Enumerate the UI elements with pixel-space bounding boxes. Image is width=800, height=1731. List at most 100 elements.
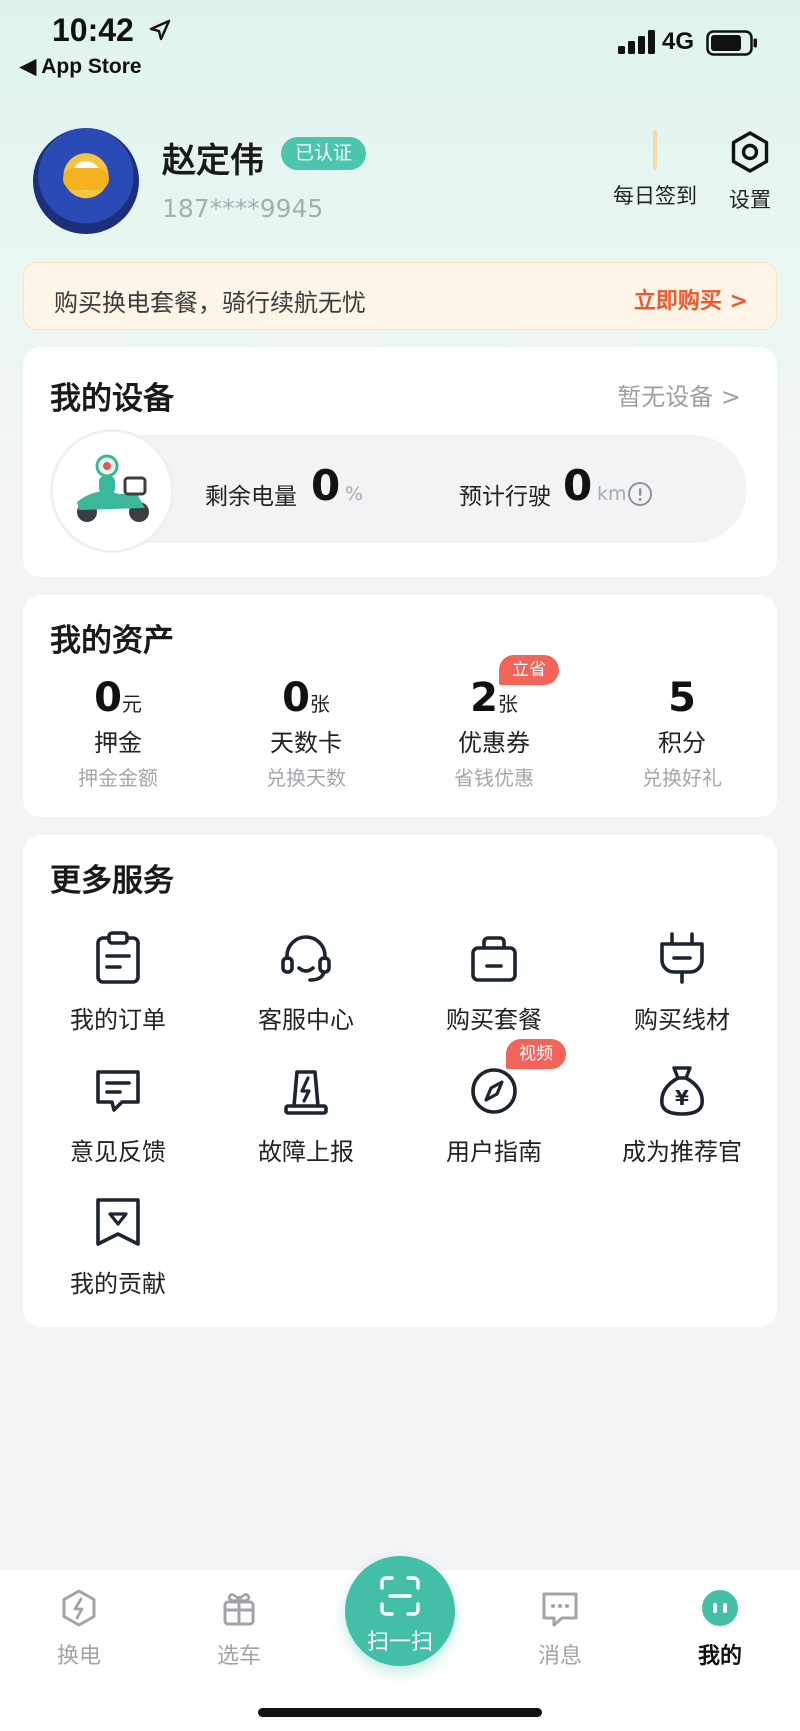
scan-label: 扫一扫 (366, 1630, 433, 1655)
my-assets-title: 我的资产 (50, 623, 174, 659)
asset-subtitle: 兑换天数 (266, 766, 346, 790)
nav-messages[interactable]: 消息 (510, 1588, 610, 1670)
asset-subtitle: 押金金额 (78, 766, 158, 790)
daily-checkin-button[interactable]: 每日签到 (610, 130, 700, 210)
asset-unit: 张 (497, 692, 518, 716)
gift-car-icon (223, 1593, 255, 1626)
asset-value: 0 (94, 675, 122, 721)
svg-text:¥: ¥ (675, 1086, 689, 1110)
diamond-badge-icon (96, 1198, 140, 1246)
promo-text: 购买换电套餐，骑行续航无忧 (54, 289, 366, 317)
nav-mine[interactable]: 我的 (670, 1588, 770, 1670)
settings-button[interactable]: 设置 (720, 130, 780, 214)
service-user-guide[interactable]: 用户指南 (409, 1062, 579, 1167)
service-label: 购买线材 (634, 1006, 730, 1034)
gear-icon (731, 131, 769, 173)
asset-points[interactable]: 5 积分 兑换好礼 (597, 675, 767, 791)
promo-banner[interactable]: 购买换电套餐，骑行续航无忧 立即购买 > (23, 262, 777, 330)
back-to-app-store[interactable]: ◀ App Store (20, 54, 142, 79)
message-icon (542, 1592, 578, 1627)
battery-remaining-unit: % (345, 483, 364, 505)
asset-value: 0 (282, 675, 310, 721)
asset-subtitle: 兑换好礼 (642, 766, 722, 790)
status-bar: 10:42 ◀ App Store 4G (0, 0, 800, 90)
info-icon[interactable] (627, 481, 653, 507)
asset-name: 天数卡 (270, 729, 342, 757)
battery-icon (706, 30, 757, 56)
coupon-save-tag: 立省 (499, 655, 559, 685)
service-label: 购买套餐 (446, 1006, 542, 1034)
estimated-range-value: 0 (563, 461, 593, 510)
my-devices-card: 我的设备 暂无设备 > 剩余电量 0 % 预计行驶 0 km (23, 347, 777, 577)
service-label: 我的贡献 (70, 1270, 166, 1298)
estimated-range-label: 预计行驶 (459, 484, 551, 510)
signal-icon (618, 30, 655, 54)
more-services-card: 更多服务 我的订单 客服中心 购买套餐 购买线材 意见反馈 故障上报 用户指南 … (23, 835, 777, 1327)
avatar[interactable] (33, 128, 139, 234)
scan-button[interactable]: 扫一扫 (345, 1556, 455, 1666)
service-label: 意见反馈 (70, 1138, 166, 1166)
battery-remaining-label: 剩余电量 (205, 484, 297, 510)
asset-subtitle: 省钱优惠 (454, 766, 534, 790)
location-arrow-icon (149, 19, 171, 41)
headset-icon (281, 935, 331, 982)
service-customer-center[interactable]: 客服中心 (221, 930, 391, 1035)
battery-remaining-value: 0 (311, 461, 341, 510)
asset-coupons[interactable]: 2张 优惠券 省钱优惠 (409, 675, 579, 791)
nav-label: 消息 (537, 1644, 582, 1669)
nav-label: 我的 (697, 1644, 742, 1669)
service-buy-cables[interactable]: 购买线材 (597, 930, 767, 1035)
asset-name: 优惠券 (458, 729, 530, 757)
estimated-range-unit: km (597, 483, 627, 505)
service-my-orders[interactable]: 我的订单 (33, 930, 203, 1035)
profile-icon (702, 1590, 738, 1626)
asset-name: 押金 (94, 729, 142, 757)
service-my-contribution[interactable]: 我的贡献 (33, 1194, 203, 1299)
scan-icon (380, 1576, 420, 1616)
my-assets-card: 我的资产 0元 押金 押金金额 0张 天数卡 兑换天数 2张 优惠券 省钱优惠 … (23, 595, 777, 817)
clipboard-icon (96, 931, 140, 984)
nav-swap-battery[interactable]: 换电 (29, 1588, 129, 1670)
service-label: 用户指南 (446, 1138, 542, 1166)
money-bag-icon: ¥ (660, 1066, 704, 1116)
asset-name: 积分 (658, 729, 706, 757)
service-label: 客服中心 (258, 1006, 354, 1034)
buy-now-link[interactable]: 立即购买 > (634, 283, 748, 315)
settings-label: 设置 (729, 188, 771, 212)
nav-label: 选车 (216, 1644, 261, 1669)
network-type: 4G (662, 28, 695, 55)
service-fault-report[interactable]: 故障上报 (221, 1062, 391, 1167)
service-become-referrer[interactable]: ¥ 成为推荐官 (597, 1062, 767, 1167)
scooter-icon (77, 454, 149, 522)
alarm-icon (284, 1070, 328, 1115)
scooter-image (53, 432, 171, 550)
nav-choose-car[interactable]: 选车 (189, 1588, 289, 1670)
asset-unit: 元 (121, 692, 142, 716)
feedback-icon (96, 1070, 140, 1112)
compass-icon (471, 1068, 517, 1114)
plug-icon (660, 932, 704, 984)
my-devices-title: 我的设备 (50, 381, 174, 417)
service-label: 我的订单 (70, 1006, 166, 1034)
asset-day-cards[interactable]: 0张 天数卡 兑换天数 (221, 675, 391, 791)
service-label: 故障上报 (258, 1138, 354, 1166)
user-name: 赵定伟 (162, 141, 264, 181)
service-buy-package[interactable]: 购买套餐 (409, 930, 579, 1035)
asset-value: 5 (668, 675, 696, 721)
user-phone: 187****9945 (162, 194, 324, 223)
nav-label: 换电 (56, 1644, 101, 1669)
home-indicator (258, 1708, 542, 1717)
no-device-link[interactable]: 暂无设备 > (617, 377, 741, 412)
more-services-title: 更多服务 (50, 863, 174, 899)
video-tag: 视频 (506, 1039, 566, 1069)
service-label: 成为推荐官 (622, 1138, 742, 1166)
bag-icon (471, 936, 517, 982)
battery-swap-icon (62, 1589, 96, 1627)
service-feedback[interactable]: 意见反馈 (33, 1062, 203, 1167)
checkin-label: 每日签到 (613, 184, 697, 208)
verified-badge: 已认证 (281, 137, 367, 170)
asset-value: 2 (470, 675, 498, 721)
asset-deposit[interactable]: 0元 押金 押金金额 (33, 675, 203, 791)
checkin-icon (653, 130, 657, 170)
asset-unit: 张 (309, 692, 330, 716)
